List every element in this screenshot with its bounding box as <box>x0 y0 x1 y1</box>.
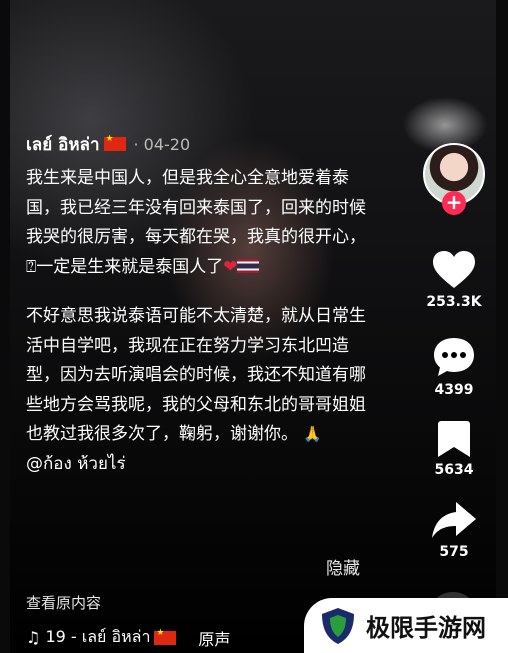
heart-emoji-icon: ❤ <box>223 256 238 277</box>
china-flag-icon <box>103 134 126 151</box>
author-name[interactable]: เลย์ อิหล่า <box>26 131 100 158</box>
shield-logo-icon <box>322 607 354 644</box>
pray-emoji-icon: 🙏 <box>303 425 323 443</box>
china-flag-icon <box>154 628 177 645</box>
like-count: 253.3K <box>426 294 482 310</box>
right-frame <box>496 0 508 653</box>
view-original-link[interactable]: 查看原内容 <box>26 592 101 613</box>
author-avatar-group: + <box>418 143 490 215</box>
site-watermark: 极限手游网 <box>304 598 508 653</box>
comment-button[interactable]: 4399 <box>418 336 490 398</box>
post-caption: เลย์ อิหล่า · 04-20 我生来是中国人，但是我全心全意地爱着泰国… <box>26 130 371 479</box>
caption-paragraph-2: 不好意思我说泰语可能不太清楚，就从日常生活中自学吧，我现在正在努力学习东北凹造型… <box>26 302 371 479</box>
music-row[interactable]: ♫ 19 - เลย์ อิหล่า 原声 <box>26 625 230 650</box>
post-date: · 04-20 <box>134 135 191 154</box>
watermark-text: 极限手游网 <box>366 613 486 642</box>
share-count: 575 <box>439 544 469 560</box>
save-count: 5634 <box>434 462 474 478</box>
share-arrow-icon <box>432 502 476 538</box>
author-row: เลย์ อิหล่า · 04-20 <box>26 130 371 158</box>
caption-paragraph-1: 我生来是中国人，但是我全心全意地爱着泰国，我已经三年没有回来泰国了，回来的时候我… <box>26 164 371 282</box>
comment-count: 4399 <box>434 382 474 398</box>
bookmark-icon <box>438 421 470 457</box>
music-title: 19 - เลย์ อิหล่า <box>45 627 151 646</box>
date-value: 04-20 <box>143 134 191 154</box>
caption-text-1: 我生来是中国人，但是我全心全意地爱着泰国，我已经三年没有回来泰国了，回来的时候我… <box>26 168 366 277</box>
caption-text-2: 不好意思我说泰语可能不太清楚，就从日常生活中自学吧，我现在正在努力学习东北凹造型… <box>26 306 366 444</box>
thailand-flag-icon <box>237 258 260 273</box>
save-button[interactable]: 5634 <box>418 420 490 478</box>
original-sound-label: 原声 <box>198 629 231 649</box>
follow-button[interactable]: + <box>442 191 466 215</box>
music-note-icon: ♫ <box>26 628 41 647</box>
hide-caption-button[interactable]: 隐藏 <box>326 554 360 579</box>
heart-icon <box>433 251 475 288</box>
share-button[interactable]: 575 <box>418 500 490 560</box>
comment-icon <box>434 338 474 376</box>
date-separator: · <box>133 134 144 154</box>
like-button[interactable]: 253.3K <box>418 250 490 310</box>
mention-link[interactable]: @ก้อง ห้วยไร่ <box>26 454 126 474</box>
left-frame <box>0 0 10 653</box>
